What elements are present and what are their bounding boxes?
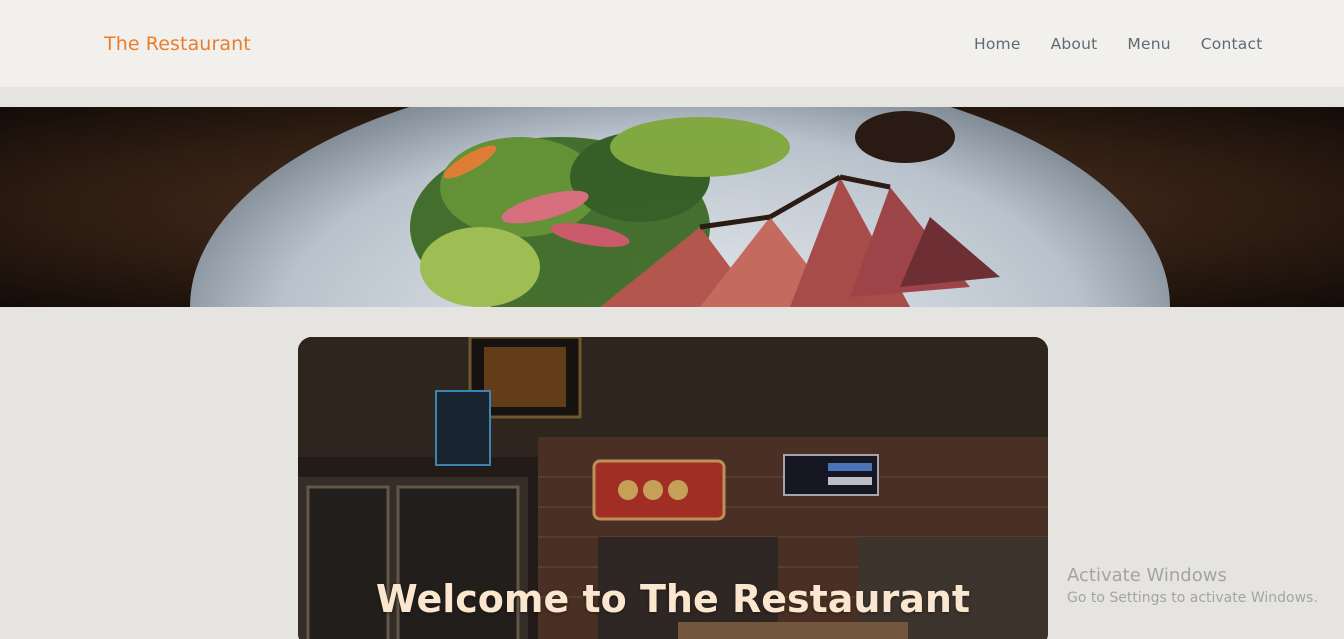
windows-activation-watermark: Activate Windows Go to Settings to activ… xyxy=(1067,565,1318,606)
site-header: The Restaurant Home About Menu Contact xyxy=(0,0,1344,87)
nav-contact-link[interactable]: Contact xyxy=(1201,35,1263,53)
watermark-subtitle: Go to Settings to activate Windows. xyxy=(1067,590,1318,606)
brand-logo-link[interactable]: The Restaurant xyxy=(104,33,251,55)
nav-home-link[interactable]: Home xyxy=(974,35,1021,53)
hero-title: Welcome to The Restaurant xyxy=(375,577,971,621)
nav-menu-link[interactable]: Menu xyxy=(1127,35,1170,53)
main-nav: Home About Menu Contact xyxy=(974,35,1262,53)
hero-card: Welcome to The Restaurant xyxy=(298,337,1048,639)
banner-image xyxy=(0,107,1344,307)
salad-plate-illustration xyxy=(0,107,1344,307)
nav-about-link[interactable]: About xyxy=(1051,35,1098,53)
watermark-title: Activate Windows xyxy=(1067,565,1227,586)
